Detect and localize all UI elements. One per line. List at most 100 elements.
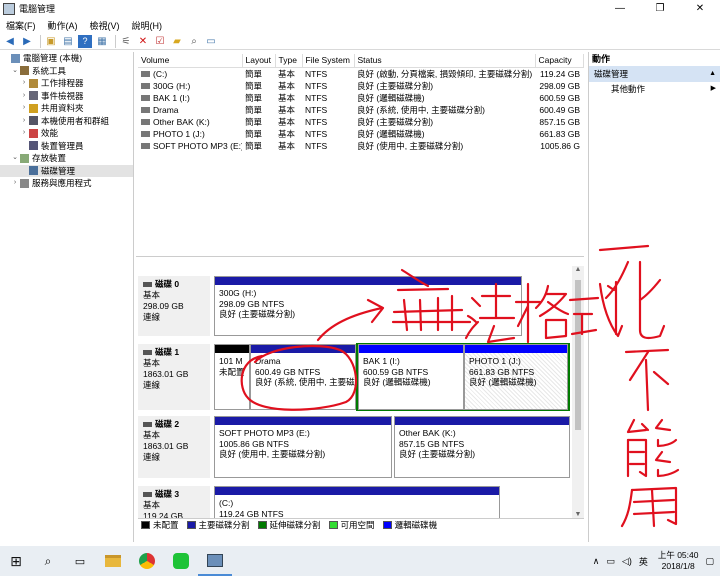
partition-info: PHOTO 1 (J:) 661.83 GB NTFS 良好 (邏輯磁碟機) [465,353,567,409]
graph-scrollbar[interactable]: ▲ ▼ [572,266,584,518]
more-actions[interactable]: 其他動作 ▶ [589,82,720,96]
collapse-icon[interactable]: ▲ [709,66,716,82]
up-folder-icon[interactable]: ▣ [44,35,58,48]
expand-toggle-icon[interactable]: ⌄ [11,152,19,165]
disk-size: 298.09 GB [143,301,184,311]
col-layout[interactable]: Layout [242,54,276,68]
partition[interactable]: BAK 1 (I:) 600.59 GB NTFS 良好 (邏輯磁碟機) [358,344,464,410]
menu-action[interactable]: 動作(A) [48,19,78,32]
help-icon[interactable]: ? [78,34,92,48]
folder-icon[interactable]: ▰ [170,35,184,48]
scroll-up-icon[interactable]: ▲ [572,266,584,273]
connect-icon[interactable]: ⚟ [119,35,133,48]
expand-toggle-icon[interactable]: › [11,177,19,190]
view-icon[interactable]: ▭ [204,35,218,48]
console-tree-icon[interactable]: ▤ [61,35,75,48]
maximize-button[interactable]: ❐ [640,0,680,17]
disk-type: 基本 [143,430,161,440]
expand-toggle-icon[interactable]: › [20,77,28,90]
partition-info: Other BAK (K:) 857.15 GB NTFS 良好 (主要磁碟分割) [395,425,569,460]
expand-toggle-icon[interactable]: › [20,102,28,115]
close-button[interactable]: ✕ [680,0,720,17]
tree-item[interactable]: 裝置管理員 [0,140,133,153]
scroll-thumb[interactable] [575,280,581,430]
clock[interactable]: 上午 05:40 2018/1/8 [658,550,699,572]
volume-icon[interactable]: ◁) [622,556,632,567]
disk-label[interactable]: 磁碟 2 基本 1863.01 GB 連線 [138,416,210,478]
partition[interactable]: SOFT PHOTO MP3 (E:) 1005.86 GB NTFS 良好 (使用… [214,416,392,478]
check-icon[interactable]: ☑ [153,35,167,48]
show-hidden-icons[interactable]: ∧ [593,556,600,567]
tree-item[interactable]: ⌄ 系統工具 [0,65,133,78]
computer-management-taskbar-icon[interactable] [198,546,232,576]
disk-label[interactable]: 磁碟 1 基本 1863.01 GB 連線 [138,344,210,410]
menu-file[interactable]: 檔案(F) [6,19,36,32]
disk-label[interactable]: 磁碟 3 基本 119.24 GB [138,486,210,518]
line-icon[interactable] [164,546,198,576]
volume-row[interactable]: Drama 簡單 基本 NTFS 良好 (系統, 使用中, 主要磁碟分割) 600.49 … [138,104,583,116]
chrome-icon[interactable] [130,546,164,576]
partition-type-bar [251,345,355,353]
back-icon[interactable]: ◀ [3,35,17,48]
scroll-down-icon[interactable]: ▼ [572,511,584,518]
volume-cell-text: BAK 1 (I:) [153,92,190,103]
tree-item[interactable]: › 事件檢視器 [0,90,133,103]
expand-toggle-icon[interactable]: › [20,115,28,128]
search-icon[interactable]: ⌕ [187,35,201,48]
col-file-system[interactable]: File System [302,54,355,68]
delete-icon[interactable]: ✕ [136,35,150,48]
volume-row[interactable]: SOFT PHOTO MP3 (E:) 簡單 基本 NTFS 良好 (使用中, 主要磁碟… [138,140,583,152]
tree-item[interactable]: 電腦管理 (本機) [0,52,133,65]
disk-size: 119.24 GB [143,511,184,518]
tree-item[interactable]: › 服務與應用程式 [0,177,133,190]
start-icon[interactable]: ⊞ [0,546,32,576]
menu-help[interactable]: 說明(H) [132,19,163,32]
tree-item[interactable]: › 工作排程器 [0,77,133,90]
task-view-icon[interactable]: ▭ [64,546,96,576]
legend-label: 邏輯磁碟機 [394,519,438,530]
partition[interactable]: 300G (H:) 298.09 GB NTFS 良好 (主要磁碟分割) [214,276,522,336]
partition[interactable]: (C:) 119.24 GB NTFS [214,486,500,518]
tree-item[interactable]: ⌄ 存放裝置 [0,152,133,165]
search-icon[interactable]: ⌕ [32,546,64,576]
volume-row[interactable]: PHOTO 1 (J:) 簡單 基本 NTFS 良好 (邏輯磁碟機) 661.83 GB [138,128,583,140]
partition[interactable]: 101 M 未配置 [214,344,250,410]
tree-item[interactable]: › 本機使用者和群組 [0,115,133,128]
disk-state: 連線 [143,452,161,462]
tree-item[interactable]: › 共用資料夾 [0,102,133,115]
computer-icon [11,53,20,63]
legend-swatch [186,520,196,529]
volume-icon [141,71,150,78]
pane-splitter[interactable] [136,256,584,264]
tree-item[interactable]: 磁碟管理 [0,164,133,177]
volume-row[interactable]: Other BAK (K:) 簡單 基本 NTFS 良好 (主要磁碟分割) 857.15 … [138,116,583,128]
partition[interactable]: PHOTO 1 (J:) 661.83 GB NTFS 良好 (邏輯磁碟機) [464,344,568,410]
partition-type-bar [359,345,463,353]
volume-row[interactable]: 300G (H:) 簡單 基本 NTFS 良好 (主要磁碟分割) 298.09 GB [138,80,583,92]
network-icon[interactable]: ▭ [606,556,615,567]
volume-icon [141,83,150,90]
expand-toggle-icon[interactable]: ⌄ [11,65,19,78]
col-type[interactable]: Type [275,54,303,68]
expand-toggle-icon[interactable]: › [20,90,28,103]
file-explorer-icon[interactable] [96,546,130,576]
notification-icon[interactable]: ▢ [705,556,714,567]
forward-icon[interactable]: ▶ [20,35,34,48]
properties-icon[interactable]: ▦ [95,35,109,48]
tree-item[interactable]: › 效能 [0,127,133,140]
legend-label: 可用空間 [340,519,375,530]
partition[interactable]: Drama 600.49 GB NTFS 良好 (系統, 使用中, 主要磁 [250,344,356,410]
actions-section-disk-management[interactable]: 磁碟管理 ▲ [589,66,720,82]
menu-view[interactable]: 檢視(V) [90,19,120,32]
volume-row[interactable]: (C:) 簡單 基本 NTFS 良好 (啟動, 分頁檔案, 損毀傾印, 主要磁碟分割) 1… [138,67,583,80]
col-capacity[interactable]: Capacity [535,54,584,68]
disk-label[interactable]: 磁碟 0 基本 298.09 GB 連線 [138,276,210,336]
expand-toggle-icon[interactable]: › [20,127,28,140]
col-volume[interactable]: Volume [138,54,243,68]
col-status[interactable]: Status [354,54,536,68]
volume-cell-text: Other BAK (K:) [153,116,210,127]
volume-row[interactable]: BAK 1 (I:) 簡單 基本 NTFS 良好 (邏輯磁碟機) 600.59 GB [138,92,583,104]
ime-indicator[interactable]: 英 [639,555,648,568]
minimize-button[interactable]: — [600,0,640,17]
partition[interactable]: Other BAK (K:) 857.15 GB NTFS 良好 (主要磁碟分割) [394,416,570,478]
